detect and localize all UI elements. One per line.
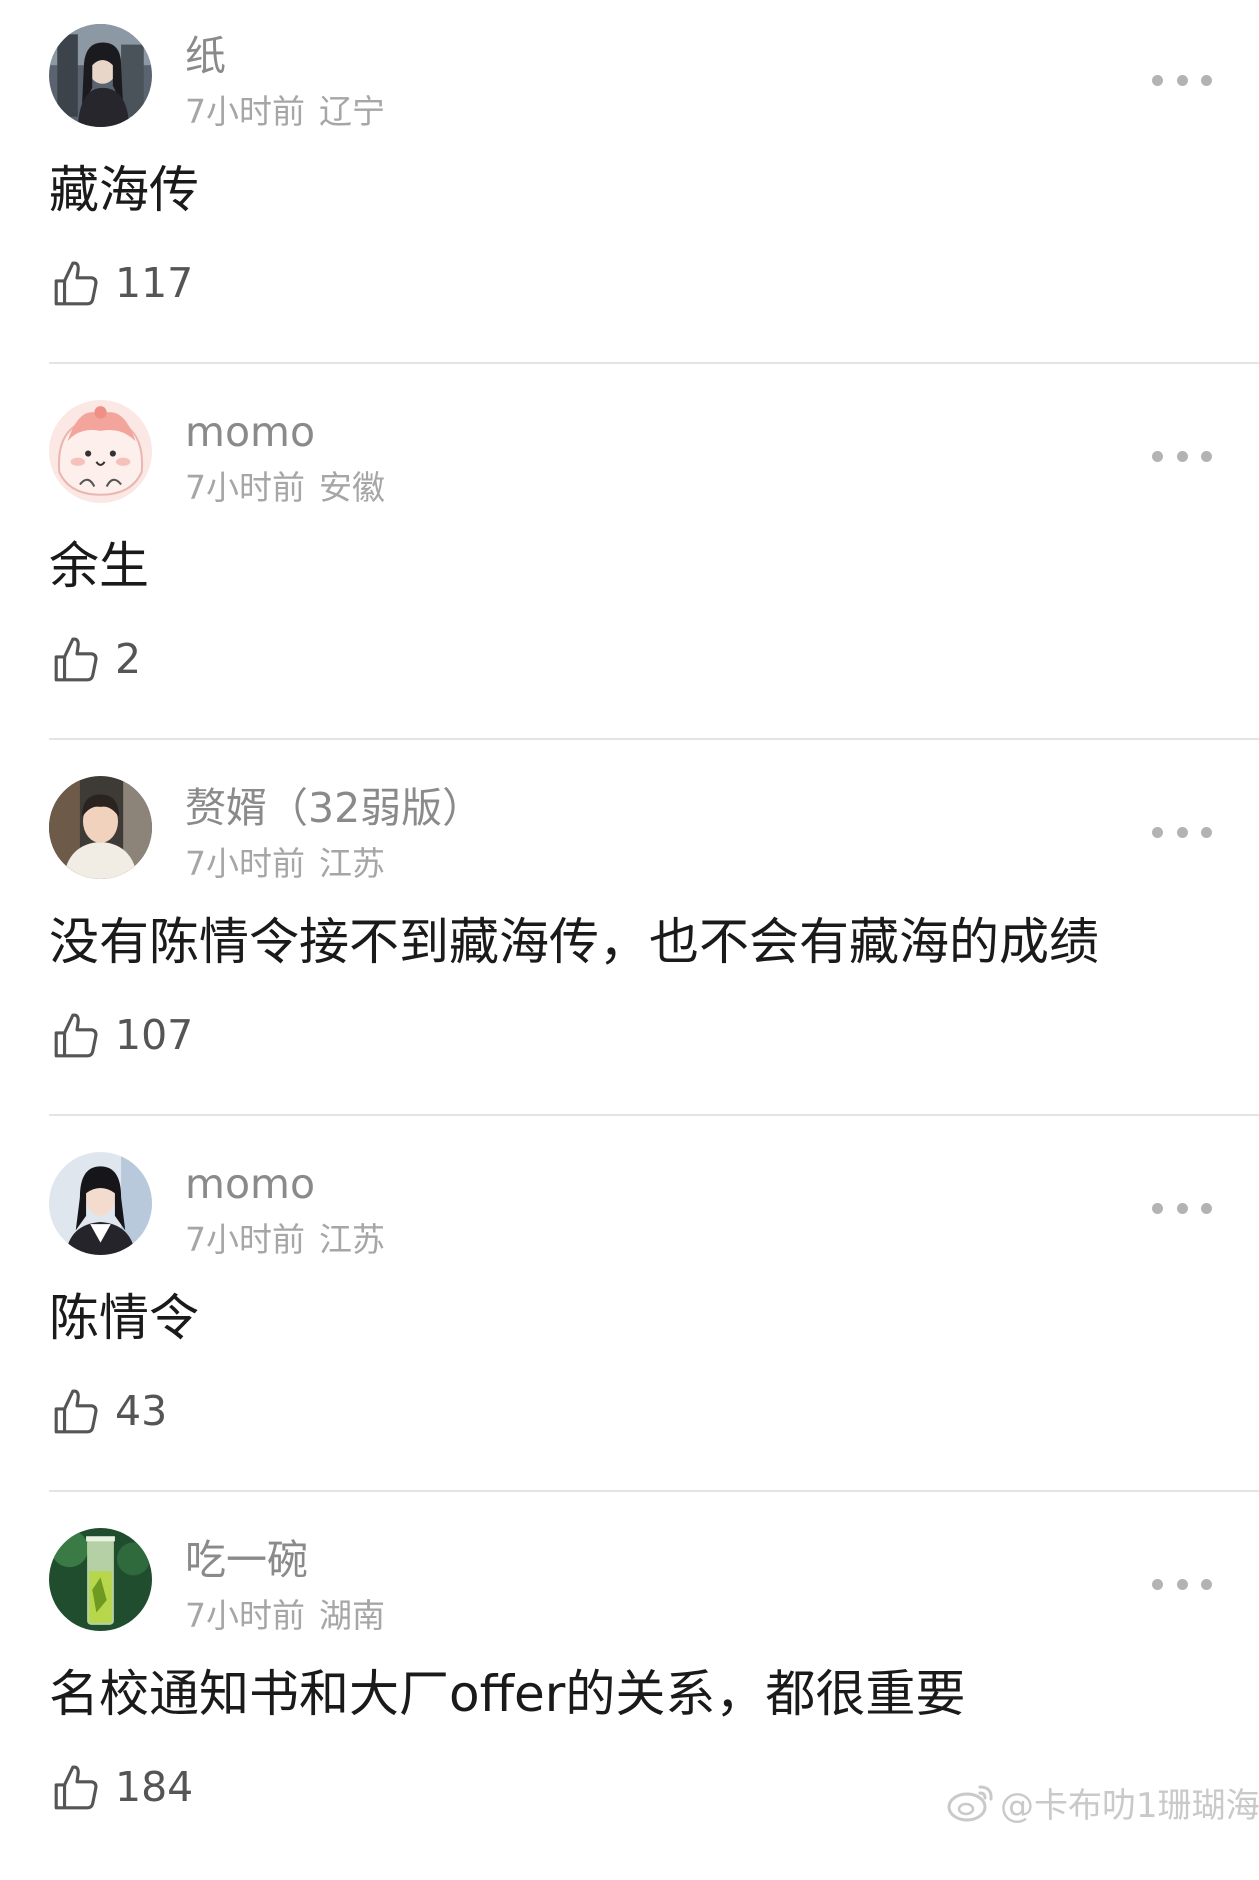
like-button[interactable]: 117 <box>51 255 193 311</box>
timestamp: 7小时前 <box>185 1220 305 1259</box>
comment-meta: 7小时前 江苏 <box>185 1216 385 1264</box>
like-count: 43 <box>115 1387 168 1435</box>
username[interactable]: momo <box>185 1156 315 1212</box>
more-options-icon[interactable] <box>1152 1569 1212 1599</box>
avatar[interactable] <box>49 1152 152 1255</box>
timestamp: 7小时前 <box>185 844 305 883</box>
comment-item: momo 7小时前 江苏 陈情令 43 <box>0 1128 1259 1504</box>
like-count: 2 <box>115 635 142 683</box>
username[interactable]: momo <box>185 404 315 460</box>
thumbs-up-icon <box>54 261 98 306</box>
username[interactable]: 纸 <box>185 28 226 84</box>
thumbs-up-icon <box>54 1389 98 1434</box>
location: 辽宁 <box>319 92 385 131</box>
like-button[interactable]: 43 <box>51 1383 167 1439</box>
thumbs-up-icon <box>54 1013 98 1058</box>
more-options-icon[interactable] <box>1152 817 1212 847</box>
location: 湖南 <box>319 1596 385 1635</box>
divider <box>49 738 1259 740</box>
avatar-image <box>49 1528 152 1631</box>
watermark: @卡布叻1珊瑚海 <box>946 1775 1259 1829</box>
like-count: 184 <box>115 1763 194 1811</box>
comment-item: 赘婿（32弱版） 7小时前 江苏 没有陈情令接不到藏海传，也不会有藏海的成绩 10… <box>0 752 1259 1128</box>
location: 江苏 <box>319 1220 385 1259</box>
comment-meta: 7小时前 安徽 <box>185 464 385 512</box>
comment-meta: 7小时前 湖南 <box>185 1592 385 1640</box>
timestamp: 7小时前 <box>185 1596 305 1635</box>
avatar[interactable] <box>49 400 152 503</box>
comment-text: 陈情令 <box>49 1289 199 1347</box>
timestamp: 7小时前 <box>185 92 305 131</box>
location: 安徽 <box>319 468 385 507</box>
like-button[interactable]: 184 <box>51 1759 193 1815</box>
divider <box>49 1114 1259 1116</box>
divider <box>49 362 1259 364</box>
comment-item: 纸 7小时前 辽宁 藏海传 117 <box>0 0 1259 376</box>
more-options-icon[interactable] <box>1152 441 1212 471</box>
avatar[interactable] <box>49 1528 152 1631</box>
comment-meta: 7小时前 江苏 <box>185 840 385 888</box>
timestamp: 7小时前 <box>185 468 305 507</box>
comment-text: 没有陈情令接不到藏海传，也不会有藏海的成绩 <box>49 913 1099 971</box>
more-options-icon[interactable] <box>1152 1193 1212 1223</box>
comment-list: 纸 7小时前 辽宁 藏海传 117 momo 7小时前 安徽 余生 2 赘婿（3… <box>0 0 1259 1880</box>
avatar-image <box>49 776 152 879</box>
comment-text: 余生 <box>49 537 149 595</box>
like-button[interactable]: 107 <box>51 1007 193 1063</box>
like-button[interactable]: 2 <box>51 631 141 687</box>
divider <box>49 1490 1259 1492</box>
watermark-text: @卡布叻1珊瑚海 <box>1000 1785 1259 1826</box>
comment-text: 藏海传 <box>49 161 199 219</box>
avatar-image <box>49 24 152 127</box>
comment-item: momo 7小时前 安徽 余生 2 <box>0 376 1259 752</box>
like-count: 107 <box>115 1011 194 1059</box>
avatar-image <box>49 400 152 503</box>
username[interactable]: 赘婿（32弱版） <box>185 780 483 836</box>
location: 江苏 <box>319 844 385 883</box>
username[interactable]: 吃一碗 <box>185 1532 308 1588</box>
thumbs-up-icon <box>54 637 98 682</box>
more-options-icon[interactable] <box>1152 65 1212 95</box>
like-count: 117 <box>115 259 194 307</box>
avatar[interactable] <box>49 24 152 127</box>
comment-text: 名校通知书和大厂offer的关系，都很重要 <box>49 1665 966 1723</box>
weibo-logo-icon <box>947 1785 993 1822</box>
avatar-image <box>49 1152 152 1255</box>
comment-meta: 7小时前 辽宁 <box>185 88 385 136</box>
thumbs-up-icon <box>54 1765 98 1810</box>
avatar[interactable] <box>49 776 152 879</box>
